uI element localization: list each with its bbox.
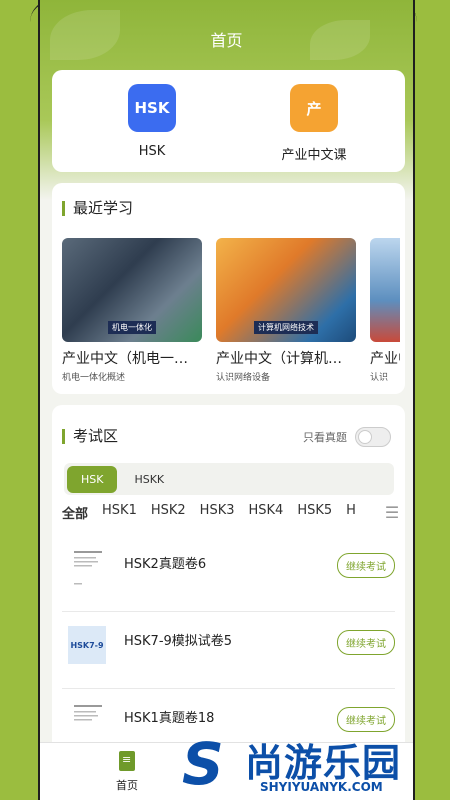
- recent-learning-card: 最近学习 机电一体化 产业中文（机电一体化） 机电一体化概述 计算机网络技术 产…: [52, 183, 405, 394]
- level-tabs: 全部 HSK1 HSK2 HSK3 HSK4 HSK5 H: [62, 503, 397, 527]
- course-subtitle: 认识: [370, 373, 389, 383]
- paper-thumbnail: HSK7-9: [68, 626, 106, 664]
- category-tabs: HSK HSKK: [64, 463, 394, 495]
- quick-link-label: 产业中文课: [281, 148, 347, 163]
- course-card[interactable]: 机电一体化 产业中文（机电一体化） 机电一体化概述: [62, 238, 204, 383]
- exam-paper-row[interactable]: HSK2真题卷6 继续考试: [62, 535, 395, 612]
- phone-screen: 首页 HSK HSK 产 产业中文课 最近学习 机电一体化 产业中文（机电一体化…: [38, 0, 415, 800]
- toggle-label: 只看真题: [303, 431, 347, 444]
- home-book-icon: [119, 751, 135, 771]
- section-title: 最近学习: [62, 201, 133, 216]
- level-tab-hsk5[interactable]: HSK5: [297, 503, 332, 527]
- continue-exam-button[interactable]: 继续考试: [337, 707, 395, 732]
- page-title: 首页: [210, 31, 243, 50]
- tab-home[interactable]: 首页: [116, 751, 138, 793]
- paper-name: HSK1真题卷18: [124, 711, 215, 726]
- course-thumbnail: [370, 238, 400, 342]
- quick-links-card: HSK HSK 产 产业中文课: [52, 70, 405, 172]
- tab-hskk[interactable]: HSKK: [120, 466, 178, 493]
- menu-icon[interactable]: ☰: [383, 503, 401, 522]
- course-thumbnail: 机电一体化: [62, 238, 202, 342]
- quick-link-label: HSK: [138, 144, 166, 159]
- paper-name: HSK7-9模拟试卷5: [124, 634, 233, 649]
- real-exam-filter: 只看真题: [303, 427, 391, 447]
- course-subtitle: 机电一体化概述: [62, 373, 126, 383]
- course-title: 产业中文（计算机网络技术）: [216, 351, 354, 367]
- industry-icon: 产: [290, 84, 338, 132]
- course-card[interactable]: 产业中文 认识: [370, 238, 400, 383]
- course-title: 产业中文: [370, 351, 400, 367]
- real-exam-toggle[interactable]: [355, 427, 391, 447]
- course-card[interactable]: 计算机网络技术 产业中文（计算机网络技术） 认识网络设备: [216, 238, 358, 383]
- level-tab-hsk3[interactable]: HSK3: [200, 503, 235, 527]
- continue-exam-button[interactable]: 继续考试: [337, 553, 395, 578]
- watermark-brand: 尚游乐园: [245, 741, 402, 785]
- quick-link-hsk[interactable]: HSK HSK: [102, 84, 202, 159]
- paper-preview-icon: [74, 551, 102, 585]
- hsk-icon: HSK: [128, 84, 176, 132]
- course-subtitle: 认识网络设备: [216, 373, 271, 383]
- section-title: 考试区: [62, 429, 118, 444]
- level-tab-hsk4[interactable]: HSK4: [249, 503, 284, 527]
- level-tab-more[interactable]: H: [346, 503, 356, 527]
- level-tab-hsk2[interactable]: HSK2: [151, 503, 186, 527]
- exam-paper-row[interactable]: HSK7-9 HSK7-9模拟试卷5 继续考试: [62, 612, 395, 689]
- watermark-url: SHYIYUANYK.COM: [260, 780, 383, 794]
- paper-thumbnail: [68, 545, 108, 595]
- course-thumbnail: 计算机网络技术: [216, 238, 356, 342]
- level-tab-all[interactable]: 全部: [62, 503, 88, 527]
- thumbnail-tag: 计算机网络技术: [254, 321, 318, 334]
- paper-thumbnail-text: HSK7-9: [70, 640, 104, 650]
- thumbnail-tag: 机电一体化: [108, 321, 156, 334]
- paper-name: HSK2真题卷6: [124, 557, 207, 572]
- tab-hsk[interactable]: HSK: [67, 465, 118, 493]
- toggle-knob: [358, 430, 372, 444]
- continue-exam-button[interactable]: 继续考试: [337, 630, 395, 655]
- level-tab-hsk1[interactable]: HSK1: [102, 503, 137, 527]
- course-title: 产业中文（机电一体化）: [62, 351, 200, 367]
- site-watermark: S 尚游乐园 SHYIYUANYK.COM: [170, 730, 450, 800]
- tab-home-label: 首页: [116, 779, 138, 792]
- watermark-logo: S: [182, 730, 224, 798]
- quick-link-industry-course[interactable]: 产 产业中文课: [264, 84, 364, 163]
